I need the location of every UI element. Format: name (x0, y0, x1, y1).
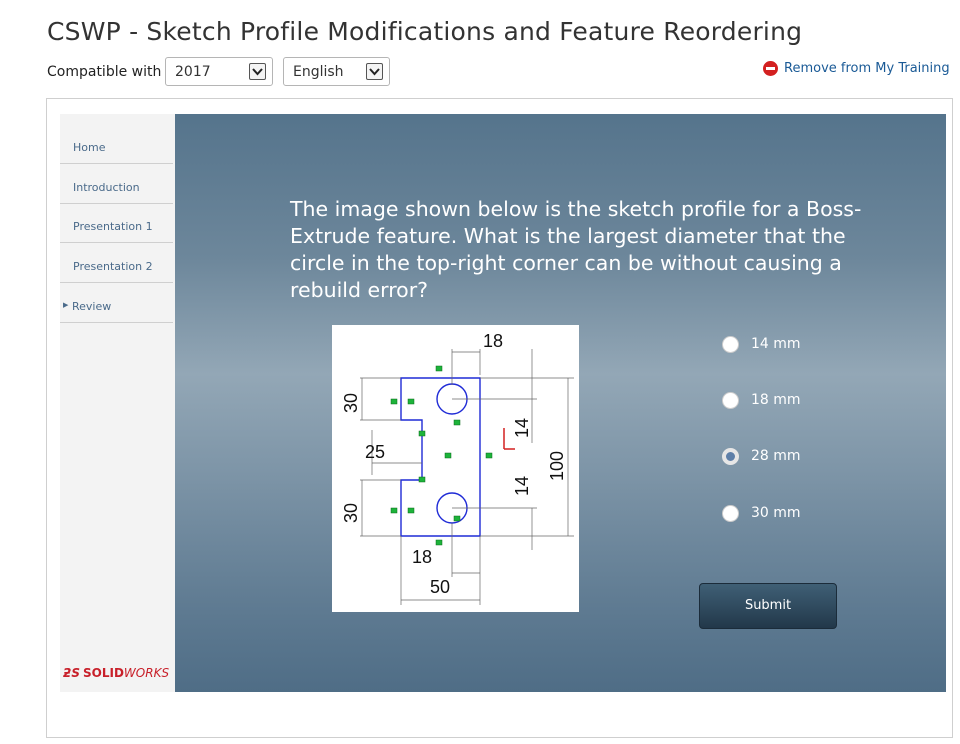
submit-button[interactable]: Submit (699, 583, 837, 629)
sidebar-item-label: Review (72, 300, 112, 313)
sidebar-item-presentation-1[interactable]: Presentation 1 (60, 203, 173, 243)
logo-text-solid: SOLID (83, 666, 124, 680)
answer-label: 30 mm (751, 505, 801, 521)
radio-button[interactable] (722, 505, 739, 522)
course-player: Home Introduction Presentation 1 Present… (60, 114, 946, 692)
compatible-with-label: Compatible with (47, 64, 162, 80)
dimension-label: 18 (412, 547, 432, 567)
sidebar-item-label: Home (73, 141, 106, 154)
answer-label: 18 mm (751, 392, 801, 408)
version-select[interactable]: 2017 (165, 57, 273, 86)
dimension-label: 18 (483, 331, 503, 351)
radio-button[interactable] (722, 392, 739, 409)
question-slide: The image shown below is the sketch prof… (175, 114, 946, 692)
radio-button[interactable] (722, 336, 739, 353)
current-item-triangle-icon: ▶ (63, 301, 69, 309)
course-sidebar: Home Introduction Presentation 1 Present… (60, 114, 175, 692)
language-select[interactable]: English (283, 57, 390, 86)
chevron-down-icon[interactable] (249, 63, 266, 80)
chevron-down-icon[interactable] (366, 63, 383, 80)
question-text: The image shown below is the sketch prof… (290, 197, 862, 302)
page-title: CSWP - Sketch Profile Modifications and … (47, 17, 803, 46)
remove-icon[interactable] (763, 61, 778, 76)
sidebar-item-introduction[interactable]: Introduction (60, 164, 173, 204)
sketch-profile-image: 18 30 25 14 100 14 30 18 50 (332, 325, 579, 612)
sidebar-item-review[interactable]: ▶ Review (60, 283, 173, 323)
sidebar-item-label: Presentation 1 (73, 220, 153, 233)
sidebar-item-presentation-2[interactable]: Presentation 2 (60, 243, 173, 283)
sketch-profile-drawing: 18 30 25 14 100 14 30 18 50 (341, 331, 574, 605)
radio-button-selected[interactable] (722, 448, 739, 465)
language-select-value: English (293, 64, 344, 80)
dimension-label: 100 (547, 451, 567, 481)
dimension-label: 14 (512, 418, 532, 438)
dimension-label: 14 (512, 476, 532, 496)
answer-label: 28 mm (751, 448, 801, 464)
answer-label: 14 mm (751, 336, 801, 352)
sidebar-item-home[interactable]: Home (60, 124, 173, 164)
solidworks-logo: ƻS SOLIDWORKS (63, 666, 169, 680)
dimension-label: 30 (341, 503, 361, 523)
version-select-value: 2017 (175, 64, 211, 80)
dimension-label: 25 (365, 442, 385, 462)
sidebar-item-label: Introduction (73, 181, 140, 194)
dimension-label: 50 (430, 577, 450, 597)
dimension-label: 30 (341, 393, 361, 413)
logo-text-works: WORKS (123, 666, 170, 680)
remove-from-training-label: Remove from My Training (784, 61, 950, 76)
sidebar-item-label: Presentation 2 (73, 260, 153, 273)
ds-logo-icon: ƻS (63, 666, 80, 680)
